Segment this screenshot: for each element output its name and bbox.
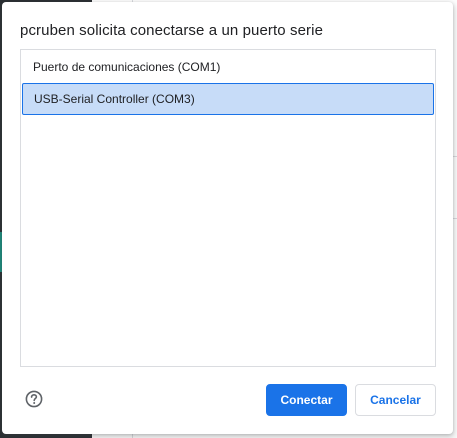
serial-port-item-selected[interactable]: USB-Serial Controller (COM3) — [22, 83, 434, 115]
cancel-button[interactable]: Cancelar — [355, 384, 436, 416]
dialog-title: pcruben solicita conectarse a un puerto … — [20, 22, 324, 39]
help-icon[interactable] — [25, 390, 43, 408]
serial-port-item[interactable]: Puerto de comunicaciones (COM1) — [21, 51, 435, 83]
serial-port-dialog: pcruben solicita conectarse a un puerto … — [2, 2, 453, 434]
serial-port-list[interactable]: Puerto de comunicaciones (COM1) USB-Seri… — [20, 49, 436, 367]
connect-button[interactable]: Conectar — [266, 384, 347, 416]
